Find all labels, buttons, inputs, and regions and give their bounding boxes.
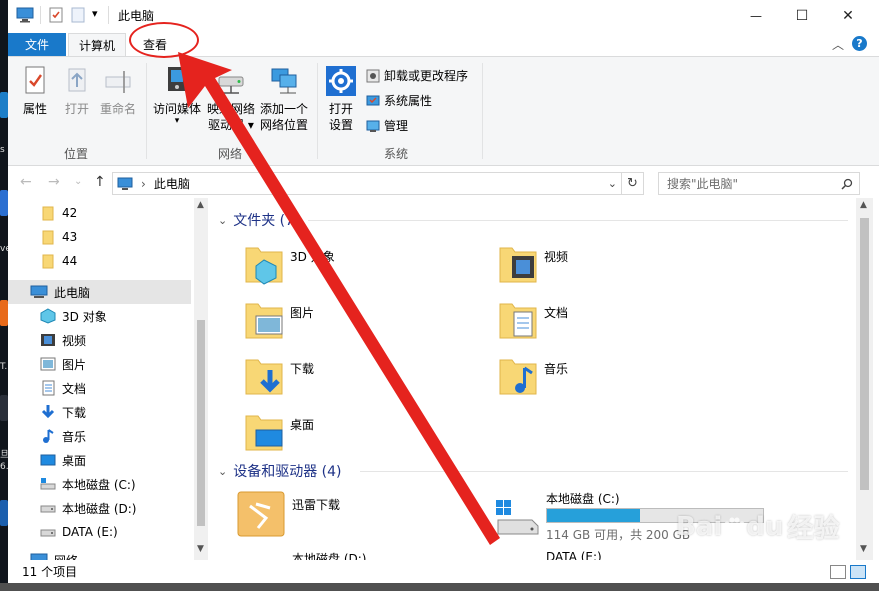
watermark-brand-2: du (746, 511, 784, 542)
paw-icon (724, 517, 745, 536)
watermark-brand: Bai (676, 511, 723, 542)
watermark-url: jingyan.baidu.com (678, 545, 780, 558)
annotation-arrow (178, 52, 500, 545)
watermark-suffix: 经验 (787, 514, 840, 544)
baidu-watermark: Bai du 经验 jingyan.baidu.com (676, 508, 840, 559)
